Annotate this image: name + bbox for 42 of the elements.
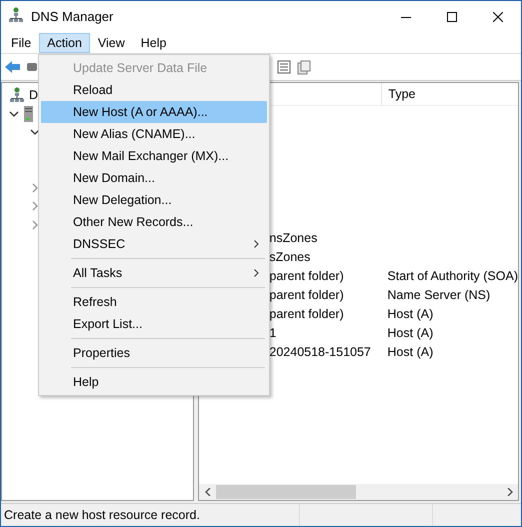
back-arrow-icon[interactable] (5, 60, 21, 74)
record-name: parent folder) (269, 288, 344, 302)
menu-item[interactable]: Action (39, 32, 90, 52)
menu-item[interactable]: DNSSEC (41, 233, 267, 255)
menu-item[interactable]: New Host (A or AAAA)... (41, 101, 267, 123)
menu-item[interactable]: Help (41, 371, 267, 393)
menu-item[interactable]: New Domain... (41, 167, 267, 189)
menu-item[interactable]: New Alias (CNAME)... (41, 123, 267, 145)
menu-item[interactable]: Properties (41, 342, 267, 364)
menu-item[interactable]: File (3, 32, 40, 52)
record-name: nsZones (269, 230, 318, 244)
close-icon[interactable] (493, 12, 503, 22)
record-name: 1 (269, 326, 276, 340)
network-icon (10, 87, 24, 104)
scrollbar-thumb[interactable] (216, 485, 356, 499)
record-name: parent folder) (269, 268, 344, 282)
list-icon[interactable] (277, 60, 291, 74)
menu-item[interactable]: New Mail Exchanger (MX)... (41, 145, 267, 167)
record-name: 20240518-151057 (269, 344, 371, 358)
menu-item[interactable]: Refresh (41, 291, 267, 313)
maximize-icon[interactable] (447, 12, 457, 22)
record-type: Host (A) (387, 326, 434, 340)
record-type: Start of Authority (SOA) (387, 268, 518, 282)
network-icon (9, 7, 23, 23)
column-header[interactable]: Type (382, 83, 422, 105)
menu-item[interactable]: Other New Records... (41, 211, 267, 233)
menu-item[interactable]: All Tasks (41, 262, 267, 284)
menu-item[interactable]: Reload (41, 79, 267, 101)
tree-item[interactable]: D (29, 88, 38, 102)
menu-item[interactable]: View (90, 32, 133, 52)
copy-icon[interactable] (297, 60, 311, 74)
status-text: Create a new host resource record. (1, 504, 300, 526)
record-name: parent folder) (269, 306, 344, 320)
server-icon (24, 106, 33, 122)
menu-item[interactable]: New Delegation... (41, 189, 267, 211)
record-type: Host (A) (387, 344, 434, 358)
window-title: DNS Manager (31, 9, 114, 24)
record-type: Name Server (NS) (387, 288, 490, 302)
record-type: Host (A) (387, 306, 434, 320)
menu-item[interactable]: Help (132, 32, 174, 52)
record-name: sZones (269, 250, 310, 264)
menu-item[interactable]: Export List... (41, 313, 267, 335)
